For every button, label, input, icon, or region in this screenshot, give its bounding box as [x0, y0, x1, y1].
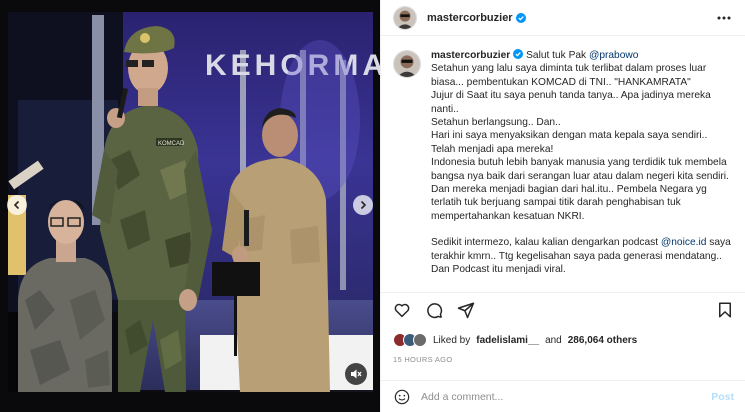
uniform-name-tag: KOMCAD: [158, 141, 185, 147]
save-button[interactable]: [714, 299, 736, 321]
post-media[interactable]: KEHORMA KOMCAD: [0, 0, 380, 412]
emoji-button[interactable]: [393, 388, 411, 406]
post-timestamp[interactable]: 15 HOURS AGO: [393, 355, 452, 364]
heart-icon: [394, 303, 410, 317]
caption-intro: Salut tuk Pak: [526, 50, 589, 61]
send-icon: [457, 302, 475, 318]
carousel-next-button[interactable]: [353, 195, 373, 215]
liker-avatars: [393, 333, 427, 347]
liker-avatar: [413, 333, 427, 347]
action-bar: [381, 292, 745, 326]
comment-button[interactable]: [423, 299, 445, 321]
caption-line: Hari ini saya menyaksikan dengan mata ke…: [431, 130, 708, 142]
audio-toggle-button[interactable]: [345, 363, 367, 385]
caption-line: Sedikit intermezo, kalau kalian dengarka…: [431, 237, 661, 249]
post-details-panel: mastercorbuzier mastercorbuzier Salut tu…: [380, 0, 745, 412]
author-username[interactable]: mastercorbuzier: [427, 12, 513, 24]
post-header: mastercorbuzier: [381, 0, 745, 36]
post-caption: mastercorbuzier Salut tuk Pak @prabowo S…: [431, 49, 734, 277]
caption-username[interactable]: mastercorbuzier: [431, 50, 510, 61]
caption-line: Dan mereka menjadi bagian dari hal.itu..…: [431, 184, 707, 222]
like-button[interactable]: [391, 299, 413, 321]
share-button[interactable]: [455, 299, 477, 321]
carousel-prev-button[interactable]: [7, 195, 27, 215]
caption-line: Jujur di Saat itu saya penuh tanda tanya…: [431, 90, 711, 115]
comment-icon: [427, 302, 443, 318]
post-photo: KEHORMA KOMCAD: [0, 0, 380, 412]
more-horizontal-icon: [717, 16, 731, 19]
verified-badge-icon: [515, 12, 526, 23]
caption-line: Telah menjadi apa mereka!: [431, 143, 554, 155]
caption-scroll-area[interactable]: mastercorbuzier Salut tuk Pak @prabowo S…: [381, 37, 745, 290]
caption-author-avatar[interactable]: [393, 50, 421, 78]
post-comment-button[interactable]: Post: [711, 391, 734, 403]
mention-link[interactable]: @noice.id: [661, 237, 706, 248]
author-avatar[interactable]: [393, 5, 417, 30]
chevron-right-icon: [360, 200, 367, 210]
more-options-button[interactable]: [714, 8, 734, 28]
comment-bar: Post: [381, 380, 745, 412]
smiley-icon: [394, 389, 410, 404]
likes-prefix: Liked by: [433, 334, 471, 346]
first-liker-link[interactable]: fadelislami__: [476, 335, 539, 346]
caption-line: Setahun yang lalu saya diminta tuk terli…: [431, 63, 707, 88]
verified-badge-icon: [513, 49, 524, 59]
likes-conjunction: and: [545, 334, 562, 346]
chevron-left-icon: [13, 200, 20, 210]
bookmark-icon: [719, 302, 731, 317]
muted-speaker-icon: [351, 369, 362, 379]
comment-input[interactable]: [421, 390, 712, 403]
mention-link[interactable]: @prabowo: [589, 50, 638, 61]
likes-others-link[interactable]: 286,064 others: [568, 335, 638, 346]
caption-line: Indonesia butuh lebih banyak manusia yan…: [431, 157, 729, 182]
caption-line: Setahun berlangsung.. Dan..: [431, 117, 561, 129]
likes-summary[interactable]: Liked by fadelislami__ and 286,064 others: [393, 330, 637, 350]
